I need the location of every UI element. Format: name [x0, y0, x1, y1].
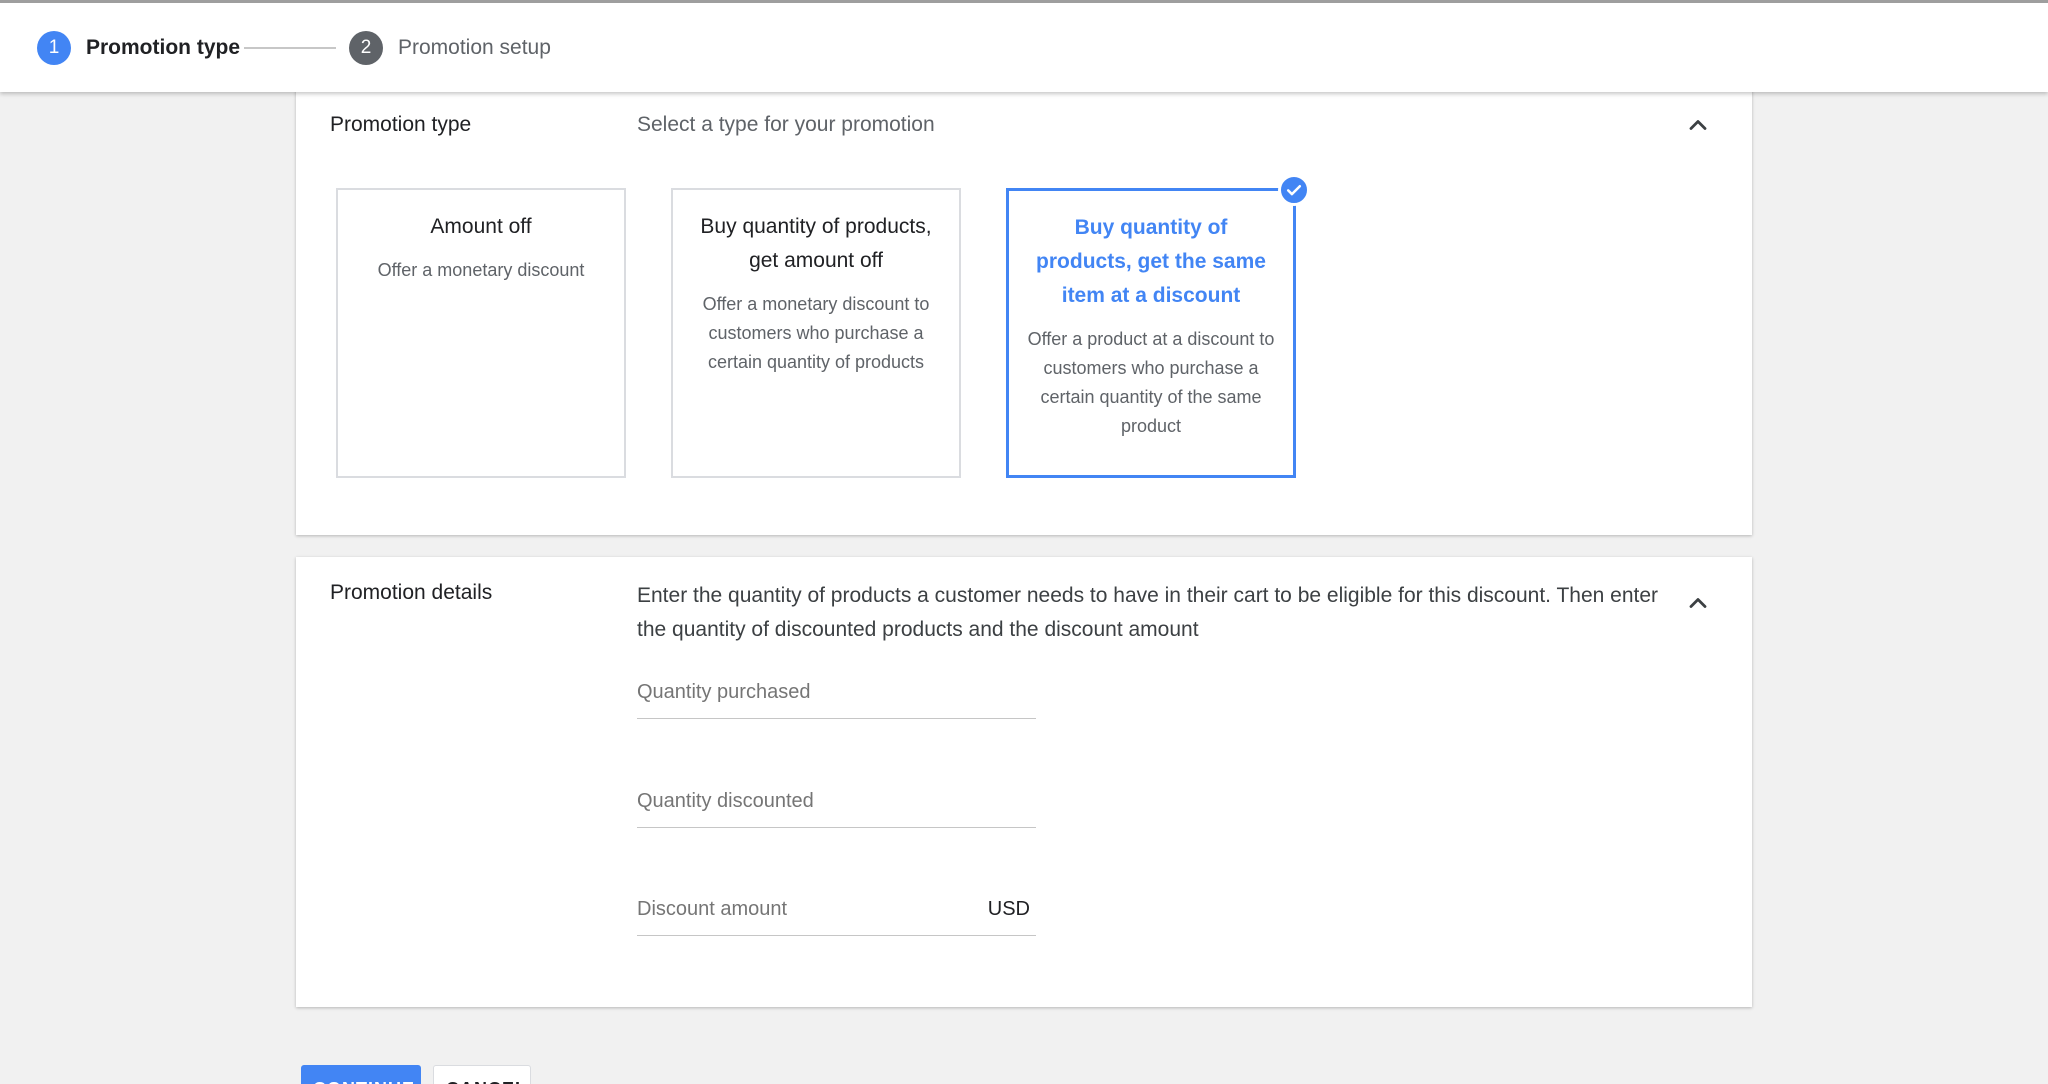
section-description: Select a type for your promotion — [637, 113, 935, 136]
section-title: Promotion type — [330, 113, 472, 136]
quantity-purchased-field — [637, 659, 1036, 719]
option-buy-quantity-same-item-discount[interactable]: Buy quantity of products, get the same i… — [1006, 174, 1310, 478]
option-description: Offer a product at a discount to custome… — [1027, 329, 1275, 436]
check-circle-icon — [1278, 174, 1310, 206]
step-label: Promotion type — [86, 36, 241, 59]
stepper-header: 1 Promotion type 2 Promotion setup — [0, 0, 2048, 92]
currency-suffix: USD — [987, 898, 1030, 920]
step-connector — [244, 47, 336, 49]
discount-amount-field: USD — [637, 876, 1036, 936]
option-description: Offer a monetary discount — [377, 260, 585, 280]
option-amount-off[interactable]: Amount off Offer a monetary discount — [336, 188, 626, 478]
quantity-purchased-input[interactable] — [637, 676, 957, 708]
promotion-type-card: Promotion type Select a type for your pr… — [296, 88, 1752, 535]
step-promotion-setup[interactable]: 2 Promotion setup — [349, 31, 551, 65]
step-number-badge: 2 — [349, 31, 383, 65]
option-description: Offer a monetary discount to customers w… — [702, 294, 930, 372]
section-description: Enter the quantity of products a custome… — [637, 584, 1659, 641]
discount-amount-input[interactable] — [637, 893, 957, 925]
option-title: Amount off — [430, 215, 532, 238]
quantity-discounted-input[interactable] — [637, 785, 957, 817]
option-title: Buy quantity of products, get amount off — [700, 215, 932, 272]
option-title: Buy quantity of products, get the same i… — [1036, 216, 1266, 307]
quantity-discounted-field — [637, 768, 1036, 828]
step-number-badge: 1 — [37, 31, 71, 65]
cancel-button[interactable]: CANCEL — [433, 1065, 531, 1084]
step-promotion-type[interactable]: 1 Promotion type — [37, 31, 240, 65]
promotion-details-card: Promotion details Enter the quantity of … — [296, 557, 1752, 1007]
chevron-up-icon[interactable] — [1684, 111, 1712, 139]
chevron-up-icon[interactable] — [1684, 589, 1712, 617]
step-label: Promotion setup — [398, 36, 551, 59]
continue-button[interactable]: CONTINUE — [301, 1065, 421, 1084]
section-title: Promotion details — [330, 581, 493, 604]
option-buy-quantity-amount-off[interactable]: Buy quantity of products, get amount off… — [671, 188, 961, 478]
